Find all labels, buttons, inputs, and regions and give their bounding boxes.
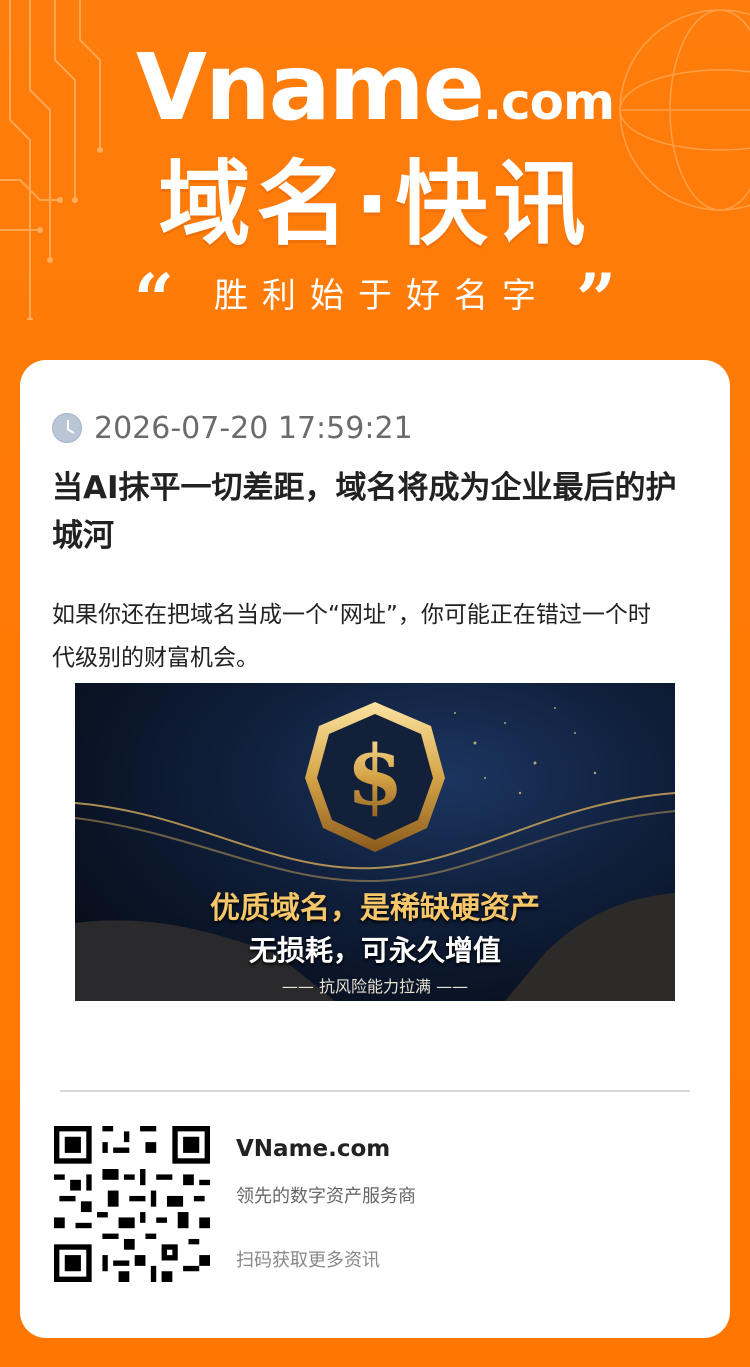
banner-headline: 优质域名，是稀缺硬资产 (210, 891, 540, 926)
article-date: 2026-07-20 17:59:21 (94, 410, 413, 446)
slogan-text: 胜利始于好名字 (214, 275, 550, 316)
article-summary: 如果你还在把域名当成一个“网址”，你可能正在错过一个时代级别的财富机会。 (52, 602, 651, 671)
logo-main: Vname (135, 34, 485, 141)
article-title[interactable]: 当AI抹平一切差距，域名将成为企业最后的护城河 (52, 464, 692, 560)
quote-close-icon: ” (576, 265, 617, 319)
svg-text:$: $ (346, 728, 403, 824)
logo-suffix: .com (482, 73, 615, 131)
banner-caption: —— 抗风险能力拉满 —— (281, 977, 469, 996)
page-title: 域名·快讯 (158, 151, 592, 258)
article-banner-image[interactable]: $ 优质域名，是稀缺硬资产 无损耗，可永久增值 —— 抗风险能力拉满 —— (75, 683, 675, 1001)
slogan: “ 胜利始于好名字 ” (0, 262, 750, 322)
footer-site-name[interactable]: VName.com (236, 1136, 390, 1162)
clock-icon (52, 413, 82, 443)
banner-subheadline: 无损耗，可永久增值 (248, 934, 501, 967)
footer-cta: 扫码获取更多资讯 (236, 1250, 380, 1271)
date-row: 2026-07-20 17:59:21 (52, 408, 413, 448)
article-card: 2026-07-20 17:59:21 当AI抹平一切差距，域名将成为企业最后的… (20, 360, 730, 1338)
brand-logo: Vname.com (0, 34, 750, 141)
qr-code-icon[interactable] (54, 1126, 210, 1282)
quote-open-icon: “ (133, 265, 174, 319)
divider (60, 1090, 690, 1092)
footer-tagline: 领先的数字资产服务商 (236, 1186, 416, 1207)
